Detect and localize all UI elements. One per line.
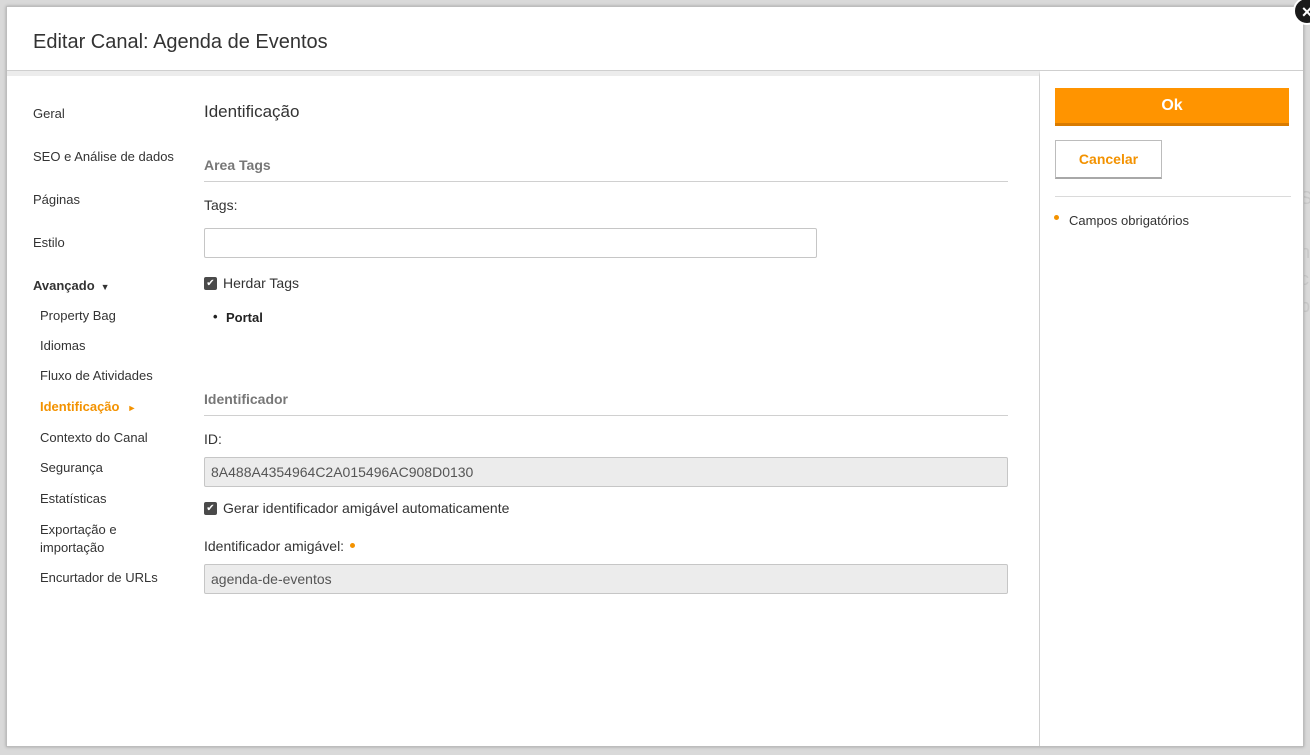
id-field [204,457,1008,487]
nav-group-avancado[interactable]: Avançado ▼ [33,278,110,293]
divider [1055,196,1291,197]
inherited-tag-item: Portal [213,309,263,325]
nav-group-avancado-label: Avançado [33,278,95,293]
inherit-tags-checkbox[interactable]: ✔ [204,276,217,290]
inherit-tags-row: ✔ Herdar Tags [204,275,299,291]
friendly-identifier-label-text: Identificador amigável: [204,538,345,554]
nav-item-identificacao[interactable]: Identificação ► [40,399,136,414]
actions-panel: Ok Cancelar Campos obrigatórios [1040,71,1303,746]
nav-item-idiomas[interactable]: Idiomas [40,338,86,353]
area-tags-heading: Area Tags [204,157,1008,182]
required-indicator-icon [350,542,356,548]
dialog-title: Editar Canal: Agenda de Eventos [33,31,328,53]
tags-input[interactable] [204,228,817,258]
id-label: ID: [204,431,222,447]
content-area: Geral SEO e Análise de dados Páginas Est… [7,71,1040,746]
nav-item-encurtador-urls[interactable]: Encurtador de URLs [40,570,158,585]
ok-button[interactable]: Ok [1055,88,1289,126]
section-title: Identificação [204,102,300,121]
friendly-identifier-label: Identificador amigável: [204,538,356,554]
dialog-header: Editar Canal: Agenda de Eventos [7,7,1303,71]
inherit-tags-label: Herdar Tags [223,275,300,291]
edit-channel-dialog: × Editar Canal: Agenda de Eventos Geral … [6,0,1310,747]
required-fields-label: Campos obrigatórios [1069,213,1189,228]
auto-identifier-label: Gerar identificador amigável automaticam… [223,500,510,516]
caret-down-icon: ▼ [100,282,110,292]
auto-identifier-checkbox[interactable]: ✔ [204,501,217,515]
nav-item-estatisticas[interactable]: Estatísticas [40,491,106,506]
nav-item-paginas[interactable]: Páginas [33,192,80,207]
tags-label: Tags: [204,197,238,213]
nav-item-seguranca[interactable]: Segurança [40,460,103,475]
required-fields-note: Campos obrigatórios [1054,213,1189,228]
nav-item-exportacao[interactable]: Exportação e importação [40,521,140,557]
nav-item-estilo[interactable]: Estilo [33,235,65,250]
arrow-right-icon: ► [127,403,137,413]
auto-identifier-row: ✔ Gerar identificador amigável automatic… [204,500,509,516]
nav-item-property-bag[interactable]: Property Bag [40,308,116,323]
identifier-heading: Identificador [204,391,1008,416]
nav-item-fluxo-atividades[interactable]: Fluxo de Atividades [40,368,153,383]
nav-item-geral[interactable]: Geral [33,106,65,121]
nav-item-seo[interactable]: SEO e Análise de dados [33,149,174,164]
friendly-identifier-field[interactable] [204,564,1008,594]
cancel-button[interactable]: Cancelar [1055,140,1162,179]
required-indicator-icon [1054,215,1059,220]
nav-item-contexto-canal[interactable]: Contexto do Canal [40,430,148,445]
nav-item-identificacao-label: Identificação [40,399,120,414]
